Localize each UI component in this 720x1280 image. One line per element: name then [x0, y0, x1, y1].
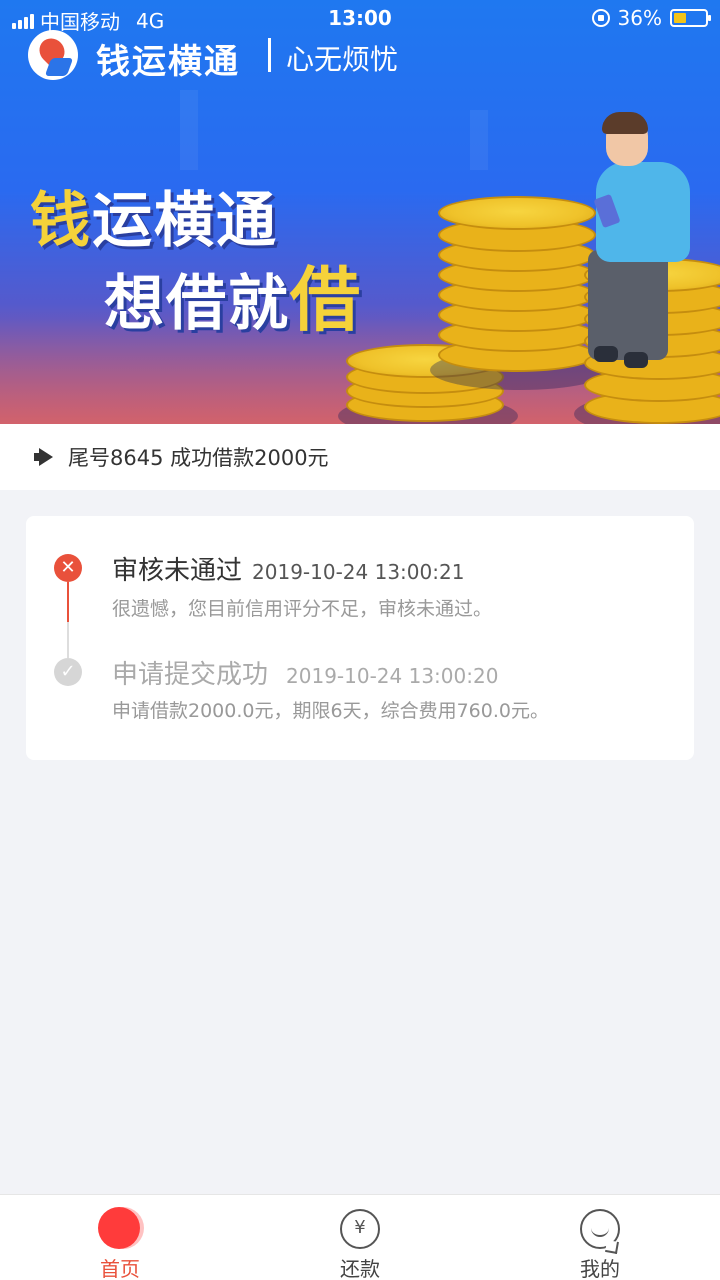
- tab-label: 还款: [340, 1257, 380, 1280]
- repay-icon: ¥: [340, 1209, 380, 1249]
- person-illustration: [588, 250, 668, 360]
- tab-home[interactable]: 首页: [0, 1195, 240, 1280]
- headline-highlight: 借: [290, 259, 362, 341]
- step-description: 申请借款2000.0元，期限6天，综合费用760.0元。: [112, 700, 549, 722]
- home-icon: [98, 1207, 140, 1249]
- timeline-connector: [67, 622, 69, 658]
- tab-label: 首页: [100, 1257, 140, 1280]
- banner-decoration: [180, 90, 198, 170]
- step-description: 很遗憾，您目前信用评分不足，审核未通过。: [112, 598, 493, 620]
- banner-headline-2: 想借就借: [104, 244, 362, 345]
- megaphone-icon: [34, 448, 54, 466]
- person-illustration: [624, 352, 648, 368]
- tab-mine[interactable]: 我的: [480, 1195, 720, 1280]
- headline-highlight: 钱: [30, 186, 92, 256]
- step-time: 2019-10-24 13:00:21: [252, 560, 465, 584]
- person-illustration: [594, 346, 618, 362]
- chat-icon: [580, 1209, 620, 1249]
- battery-icon: [670, 9, 711, 27]
- app-name: 钱运横通: [96, 42, 240, 82]
- notice-text: 尾号8645 成功借款2000元: [68, 446, 329, 470]
- app-slogan: 心无烦忧: [286, 43, 399, 76]
- tab-repay[interactable]: ¥ 还款: [240, 1195, 480, 1280]
- step-title-text: 申请提交成功: [112, 660, 269, 690]
- step-time: 2019-10-24 13:00:20: [286, 664, 499, 688]
- step-title: 审核未通过 2019-10-24 13:00:21: [112, 550, 464, 587]
- header-divider: [268, 38, 271, 72]
- battery-percent: 36%: [617, 6, 662, 30]
- check-icon: ✓: [54, 658, 82, 686]
- headline-text: 想借就: [104, 269, 290, 339]
- step-title-text: 审核未通过: [112, 556, 243, 586]
- bottom-tab-bar: 首页 ¥ 还款 我的: [0, 1194, 720, 1280]
- timeline-connector: [67, 582, 69, 622]
- app-logo: [28, 30, 78, 80]
- banner-decoration: [470, 110, 488, 170]
- application-status-card: ✕ 审核未通过 2019-10-24 13:00:21 很遗憾，您目前信用评分不足…: [26, 516, 694, 760]
- person-illustration: [602, 112, 648, 134]
- step-title: 申请提交成功 2019-10-24 13:00:20: [112, 654, 498, 691]
- status-bar: 中国移动 4G 13:00 36%: [0, 0, 720, 36]
- coin-stack-tall: [438, 190, 596, 374]
- rotation-lock-icon: [591, 9, 610, 27]
- tab-label: 我的: [580, 1257, 620, 1280]
- close-icon: ✕: [54, 554, 82, 582]
- notice-bar: 尾号8645 成功借款2000元: [0, 424, 720, 490]
- promo-banner[interactable]: 钱运横通 心无烦忧 钱运横通 想借就借: [0, 0, 720, 424]
